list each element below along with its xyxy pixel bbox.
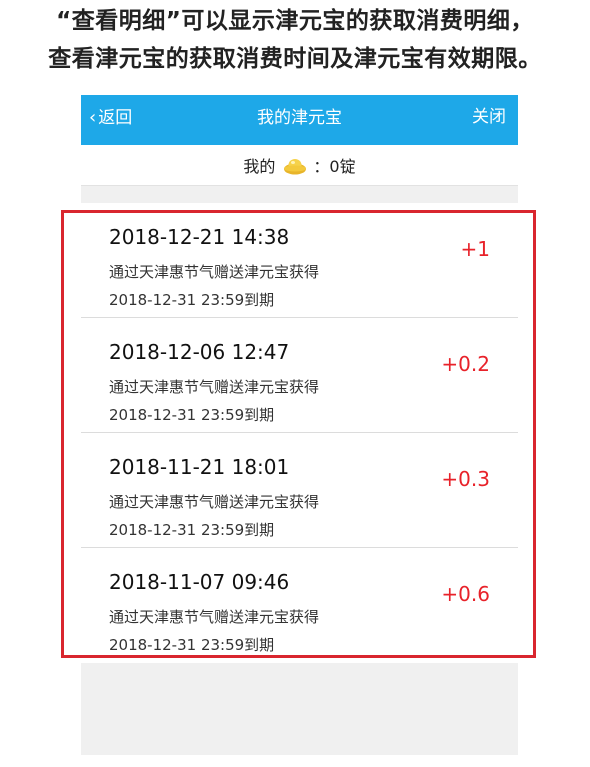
balance-summary: 我的 ：0锭 — [81, 145, 518, 186]
record-time: 2018-11-07 09:46 — [109, 570, 290, 594]
record-source: 通过天津惠节气赠送津元宝获得 — [109, 263, 320, 281]
record-expiry: 2018-12-31 23:59到期 — [109, 521, 275, 539]
close-button[interactable]: 关闭 — [472, 95, 506, 141]
record-time: 2018-12-21 14:38 — [109, 225, 290, 249]
record-row: 2018-12-06 12:47 通过天津惠节气赠送津元宝获得 2018-12-… — [81, 318, 518, 433]
record-expiry: 2018-12-31 23:59到期 — [109, 406, 275, 424]
record-expiry: 2018-12-31 23:59到期 — [109, 636, 275, 654]
record-expiry: 2018-12-31 23:59到期 — [109, 291, 275, 309]
caption-line-1: “查看明细”可以显示津元宝的获取消费明细， — [56, 8, 534, 34]
record-row: 2018-12-21 14:38 通过天津惠节气赠送津元宝获得 2018-12-… — [81, 203, 518, 318]
balance-prefix: 我的 — [243, 157, 276, 176]
page-title: 我的津元宝 — [257, 108, 342, 128]
record-amount: +0.6 — [441, 582, 490, 606]
record-source: 通过天津惠节气赠送津元宝获得 — [109, 493, 320, 511]
instruction-caption: “查看明细”可以显示津元宝的获取消费明细， 查看津元宝的获取消费时间及津元宝有效… — [0, 2, 590, 78]
phone-screen: ‹ 返回 我的津元宝 关闭 我的 ：0锭 2018-12-21 14:38 通过天… — [81, 95, 518, 755]
record-amount: +0.2 — [441, 352, 490, 376]
record-source: 通过天津惠节气赠送津元宝获得 — [109, 608, 320, 626]
record-source: 通过天津惠节气赠送津元宝获得 — [109, 378, 320, 396]
balance-value: ：0锭 — [313, 157, 356, 176]
gold-ingot-icon — [284, 159, 307, 175]
record-time: 2018-12-06 12:47 — [109, 340, 290, 364]
caption-line-2: 查看津元宝的获取消费时间及津元宝有效期限。 — [48, 46, 542, 72]
record-row: 2018-11-07 09:46 通过天津惠节气赠送津元宝获得 2018-12-… — [81, 548, 518, 663]
record-amount: +1 — [460, 237, 490, 261]
record-time: 2018-11-21 18:01 — [109, 455, 290, 479]
navigation-bar: ‹ 返回 我的津元宝 关闭 — [81, 95, 518, 145]
record-list: 2018-12-21 14:38 通过天津惠节气赠送津元宝获得 2018-12-… — [81, 203, 518, 663]
record-row: 2018-11-21 18:01 通过天津惠节气赠送津元宝获得 2018-12-… — [81, 433, 518, 548]
record-amount: +0.3 — [441, 467, 490, 491]
